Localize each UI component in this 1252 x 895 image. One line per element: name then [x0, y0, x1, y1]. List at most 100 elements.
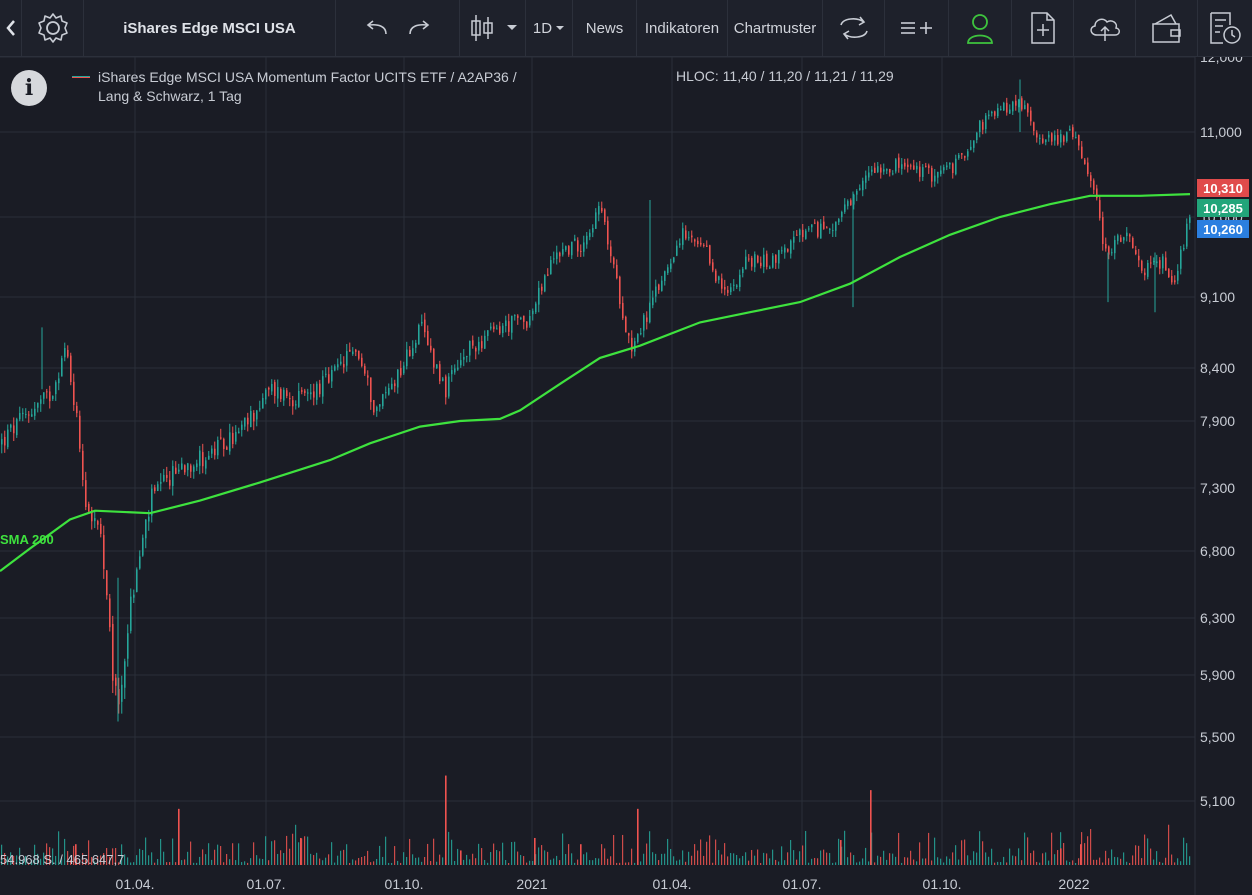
candle-body — [61, 358, 63, 377]
candle-body — [10, 424, 12, 428]
candle-body — [1183, 247, 1185, 250]
candle-body — [949, 162, 951, 165]
candle-body — [850, 200, 852, 206]
candle-body — [691, 235, 693, 238]
volume-bar — [409, 838, 411, 865]
volume-spike — [300, 837, 302, 865]
volume-bar — [775, 859, 777, 865]
candle-body — [136, 569, 138, 592]
candle-body — [610, 246, 612, 257]
report-button[interactable] — [1198, 0, 1252, 56]
candle-body — [514, 315, 516, 317]
volume-bar — [1114, 856, 1116, 865]
candle-body — [826, 227, 828, 229]
candle-body — [775, 254, 777, 263]
candle-body — [832, 230, 834, 232]
price-tick-label: 5,500 — [1200, 729, 1235, 745]
sma-label: SMA 200 — [0, 532, 54, 547]
candle-body — [700, 242, 702, 245]
candle-body — [115, 677, 117, 686]
candle-body — [844, 204, 846, 212]
indicators-button[interactable]: Indikatoren — [637, 0, 728, 56]
volume-bar — [931, 860, 933, 865]
volume-bar — [1117, 857, 1119, 865]
volume-bar — [448, 831, 450, 865]
volume-bar — [877, 855, 879, 865]
settings-button[interactable] — [22, 0, 84, 56]
news-button[interactable]: News — [573, 0, 637, 56]
compare-button[interactable] — [823, 0, 885, 56]
candle-body — [67, 349, 69, 357]
volume-bar — [283, 853, 285, 865]
candle-body — [796, 234, 798, 236]
candle-body — [295, 404, 297, 406]
candle-body — [1156, 261, 1158, 264]
volume-bar — [883, 850, 885, 865]
undo-button[interactable] — [364, 18, 390, 38]
volume-bar — [1129, 862, 1131, 865]
candle-body — [1024, 105, 1026, 110]
candle-body — [31, 414, 33, 417]
volume-bar — [1087, 836, 1089, 865]
volume-bar — [799, 851, 801, 865]
candle-body — [247, 417, 249, 425]
candle-body — [439, 364, 441, 382]
cloud-upload-button[interactable] — [1074, 0, 1136, 56]
volume-bar — [427, 843, 429, 865]
candle-body — [253, 412, 255, 422]
back-button[interactable] — [0, 0, 22, 56]
volume-bar — [1090, 829, 1092, 865]
volume-spike — [840, 840, 842, 865]
candle-body — [988, 114, 990, 117]
candle-body — [292, 400, 294, 407]
volume-bar — [613, 835, 615, 865]
candle-body — [976, 132, 978, 140]
volume-bar — [1078, 858, 1080, 865]
price-tick-label: 6,300 — [1200, 610, 1235, 626]
candle-body — [238, 431, 240, 434]
volume-spike — [445, 775, 447, 865]
info-icon[interactable]: i — [11, 70, 47, 106]
volume-bar — [970, 860, 972, 865]
chart-patterns-button[interactable]: Chartmuster — [728, 0, 823, 56]
volume-bar — [205, 854, 207, 865]
candle-body — [316, 383, 318, 400]
volume-bar — [1162, 862, 1164, 865]
candle-body — [883, 169, 885, 172]
volume-bar — [712, 862, 714, 865]
volume-bar — [151, 852, 153, 865]
volume-bar — [832, 862, 834, 865]
volume-bar — [241, 862, 243, 865]
volume-bar — [706, 841, 708, 865]
volume-bar — [1036, 861, 1038, 865]
portfolio-button[interactable] — [1136, 0, 1198, 56]
redo-button[interactable] — [406, 18, 432, 38]
candle-body — [274, 382, 276, 396]
new-document-button[interactable] — [1012, 0, 1074, 56]
candle-body — [1171, 276, 1173, 283]
candle-body — [127, 633, 129, 659]
volume-bar — [997, 861, 999, 865]
candle-body — [190, 465, 192, 472]
volume-bar — [502, 842, 504, 865]
volume-bar — [1012, 855, 1014, 865]
volume-bar — [1111, 849, 1113, 865]
candle-body — [451, 370, 453, 375]
volume-bar — [1075, 862, 1077, 865]
candle-body — [1105, 243, 1107, 249]
candle-body — [673, 257, 675, 263]
candle-body — [1054, 135, 1056, 141]
volume-bar — [640, 861, 642, 865]
candle-body — [766, 253, 768, 267]
chart-type-button[interactable] — [460, 0, 526, 56]
user-button[interactable] — [949, 0, 1012, 56]
volume-bar — [430, 861, 432, 865]
volume-bar — [295, 824, 297, 865]
time-tick-label: 2021 — [516, 876, 547, 892]
add-indicator-button[interactable] — [885, 0, 949, 56]
volume-bar — [685, 861, 687, 865]
candle-body — [70, 355, 72, 383]
interval-select[interactable]: 1D — [526, 0, 573, 56]
price-chart[interactable]: 12,00011,00010,0009,1008,4007,9007,3006,… — [0, 57, 1252, 895]
instrument-title[interactable]: iShares Edge MSCI USA — [84, 0, 336, 56]
